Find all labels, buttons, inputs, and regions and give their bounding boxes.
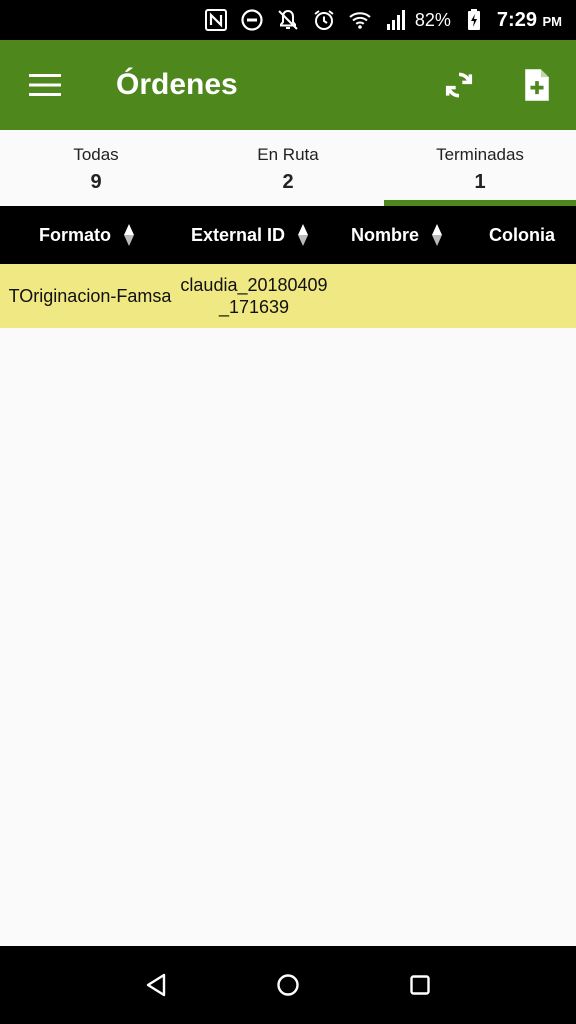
app-bar: Órdenes <box>0 40 576 130</box>
column-label: Colonia <box>489 224 555 245</box>
signal-icon <box>383 7 409 33</box>
tab-label: Todas <box>73 144 119 164</box>
column-label: External ID <box>190 224 286 245</box>
do-not-disturb-icon <box>239 7 265 33</box>
menu-button[interactable] <box>0 40 90 130</box>
battery-charging-icon <box>461 7 487 33</box>
tab-label: Terminadas <box>436 144 524 164</box>
cell-external-id: claudia_20180409_171639 <box>180 275 328 317</box>
column-label: Formato <box>39 224 111 245</box>
column-label: Nombre <box>350 224 419 245</box>
home-button[interactable] <box>258 955 318 1015</box>
cell-formato: TOriginacion-Famsa <box>8 286 172 306</box>
refresh-icon <box>445 72 473 98</box>
page-title: Órdenes <box>116 68 238 101</box>
table-header: Formato External ID Nombre Colonia <box>0 206 576 264</box>
column-header-external-id[interactable]: External ID <box>174 206 326 264</box>
tab-label: En Ruta <box>257 144 319 164</box>
add-document-button[interactable] <box>498 40 576 130</box>
column-header-formato[interactable]: Formato <box>0 206 174 264</box>
tab-count: 9 <box>90 170 102 193</box>
tab-todas[interactable]: Todas 9 <box>0 130 192 206</box>
sort-icon <box>432 224 442 246</box>
nfc-icon <box>203 7 229 33</box>
refresh-button[interactable] <box>420 40 498 130</box>
system-nav-bar <box>0 946 576 1024</box>
tab-count: 2 <box>282 170 294 193</box>
notifications-off-icon <box>275 7 301 33</box>
tab-count: 1 <box>474 170 486 193</box>
sort-icon <box>298 224 309 246</box>
add-document-icon <box>525 69 549 101</box>
sort-icon <box>124 224 134 246</box>
tab-terminadas[interactable]: Terminadas 1 <box>384 130 576 206</box>
menu-icon <box>29 74 61 96</box>
table-row[interactable]: TOriginacion-Famsa claudia_20180409_1716… <box>0 264 576 328</box>
column-header-nombre[interactable]: Nombre <box>326 206 468 264</box>
status-bar: 82% 7:29 PM <box>0 0 576 40</box>
recents-button[interactable] <box>390 955 450 1015</box>
tab-en-ruta[interactable]: En Ruta 2 <box>192 130 384 206</box>
back-button[interactable] <box>126 955 186 1015</box>
wifi-icon <box>347 7 373 33</box>
alarm-icon <box>311 7 337 33</box>
tab-bar: Todas 9 En Ruta 2 Terminadas 1 <box>0 130 576 206</box>
recents-icon <box>410 975 430 995</box>
clock: 7:29 PM <box>496 8 562 31</box>
back-icon <box>146 973 166 997</box>
battery-percent: 82% <box>414 9 451 30</box>
home-icon <box>277 974 299 996</box>
column-header-colonia[interactable]: Colonia <box>468 206 576 264</box>
